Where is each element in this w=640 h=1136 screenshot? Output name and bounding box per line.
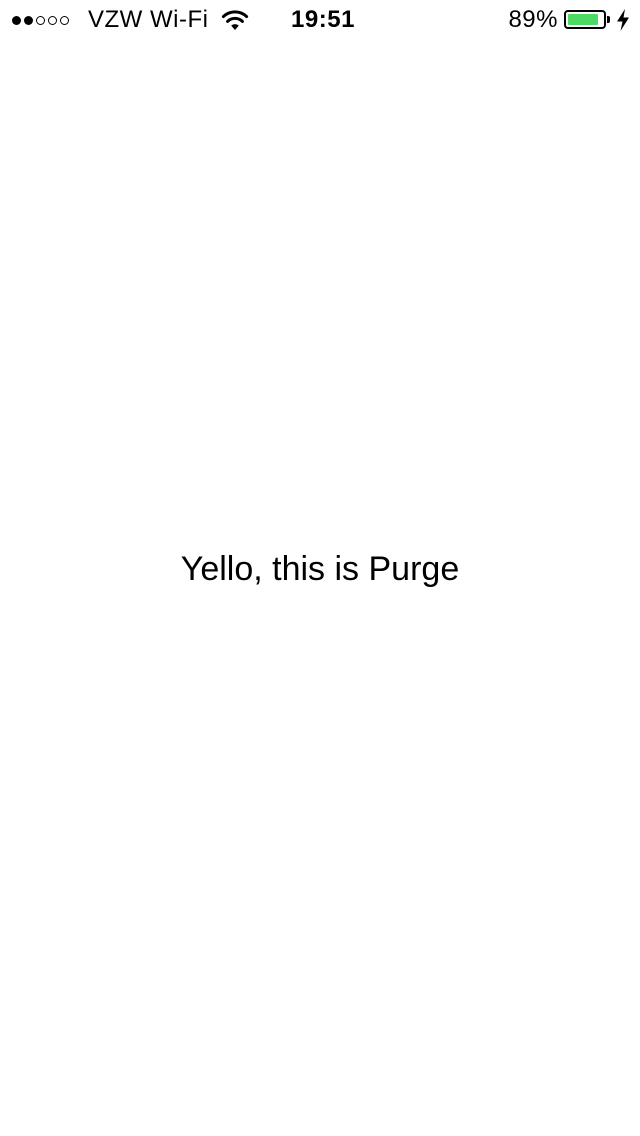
greeting-text: Yello, this is Purge <box>180 550 460 588</box>
charging-bolt-icon <box>617 9 629 31</box>
clock-time: 19:51 <box>291 6 355 33</box>
app-screen: VZW Wi-Fi 19:51 89% Yello, this is Purge <box>0 0 640 1136</box>
status-bar: VZW Wi-Fi 19:51 89% <box>0 0 640 40</box>
battery-terminal <box>607 16 610 23</box>
battery-level-fill <box>568 14 599 25</box>
battery-percentage: 89% <box>508 6 558 33</box>
battery-icon <box>564 10 606 29</box>
